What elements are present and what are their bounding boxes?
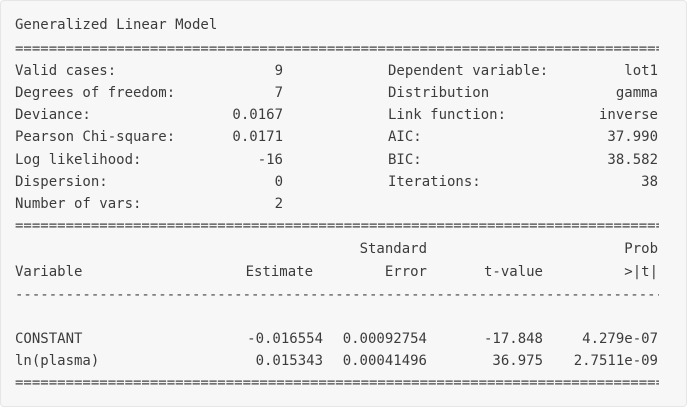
value-number-of-vars: 2 xyxy=(274,196,283,212)
row-std-error: 0.00041496 xyxy=(342,353,427,369)
label-number-of-vars: Number of vars: xyxy=(15,196,142,212)
row-std-error: 0.00092754 xyxy=(342,331,427,347)
row-variable: CONSTANT xyxy=(15,331,83,347)
value-iterations: 38 xyxy=(641,174,658,190)
row-prob: 4.279e-07 xyxy=(582,331,658,347)
label-deviance: Deviance: xyxy=(15,107,91,123)
value-valid-cases: 9 xyxy=(274,63,283,79)
separator-middle: ========================================… xyxy=(15,218,659,234)
header-t-value: t-value xyxy=(483,264,543,280)
label-degrees-of-freedom: Degrees of freedom: xyxy=(15,85,176,101)
value-pearson-chi-square: 0.0171 xyxy=(232,129,283,145)
label-dispersion: Dispersion: xyxy=(15,174,108,190)
label-distribution: Distribution xyxy=(388,85,490,101)
value-link-function: inverse xyxy=(598,107,658,123)
separator-bottom: ========================================… xyxy=(15,375,659,391)
value-distribution: gamma xyxy=(615,85,658,101)
row-t-value: -17.848 xyxy=(483,331,543,347)
header-prob-top: Prob xyxy=(624,241,658,257)
row-prob: 2.7511e-09 xyxy=(573,353,658,369)
value-bic: 38.582 xyxy=(607,152,658,168)
row-estimate: -0.016554 xyxy=(247,331,323,347)
label-valid-cases: Valid cases: xyxy=(15,63,117,79)
value-log-likelihood: -16 xyxy=(257,152,283,168)
separator-header: ----------------------------------------… xyxy=(15,287,659,303)
value-deviance: 0.0167 xyxy=(232,107,283,123)
separator-top: ========================================… xyxy=(15,41,659,57)
label-aic: AIC: xyxy=(388,129,422,145)
report-title: Generalized Linear Model xyxy=(15,17,218,33)
value-aic: 37.990 xyxy=(607,129,658,145)
label-iterations: Iterations: xyxy=(388,174,481,190)
label-pearson-chi-square: Pearson Chi-square: xyxy=(15,129,176,145)
header-variable: Variable xyxy=(15,264,83,280)
row-variable: ln(plasma) xyxy=(15,353,100,369)
output-panel: Generalized Linear Model ===============… xyxy=(0,0,687,407)
value-dispersion: 0 xyxy=(274,174,283,190)
label-log-likelihood: Log likelihood: xyxy=(15,152,142,168)
value-dependent-variable: lot1 xyxy=(624,63,658,79)
header-std-error-top: Standard xyxy=(359,241,427,257)
header-std-error: Error xyxy=(384,264,427,280)
row-t-value: 36.975 xyxy=(492,353,543,369)
label-bic: BIC: xyxy=(388,152,422,168)
label-link-function: Link function: xyxy=(388,107,507,123)
header-estimate: Estimate xyxy=(245,264,313,280)
header-prob: >|t| xyxy=(624,264,658,280)
row-estimate: 0.015343 xyxy=(255,353,323,369)
value-degrees-of-freedom: 7 xyxy=(274,85,283,101)
label-dependent-variable: Dependent variable: xyxy=(388,63,549,79)
